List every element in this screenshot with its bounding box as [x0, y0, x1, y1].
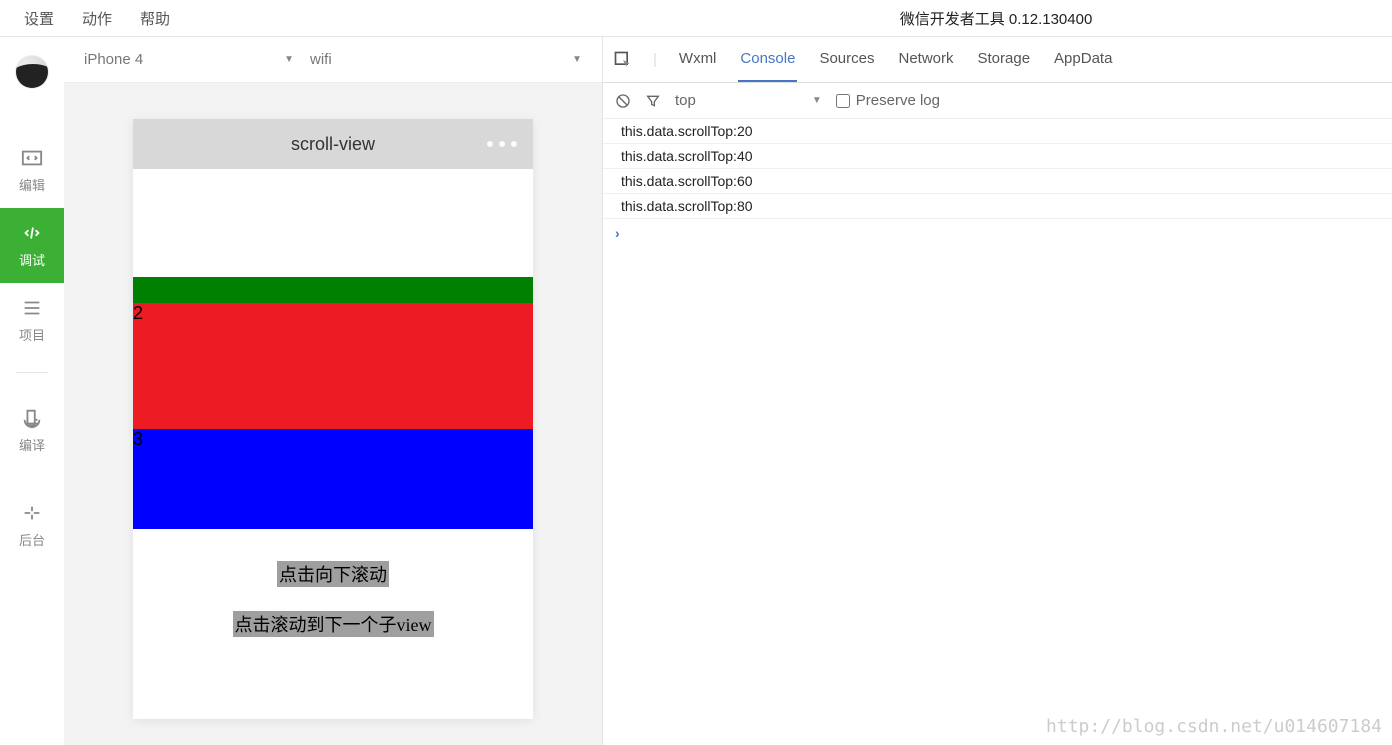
tabs-separator: | — [653, 51, 657, 68]
simulator-topbar: iPhone 4 ▼ wifi ▼ — [64, 37, 602, 83]
scroll-down-button[interactable]: 点击向下滚动 — [277, 561, 389, 587]
tab-appdata[interactable]: AppData — [1052, 37, 1114, 82]
phone-body: 2 3 点击向下滚动 点击滚动到下一个子view — [133, 169, 533, 719]
preserve-log-checkbox[interactable] — [836, 94, 850, 108]
network-select-label: wifi — [310, 51, 332, 68]
phone-navbar: scroll-view — [133, 119, 533, 169]
sidebar-item-label: 项目 — [19, 325, 45, 344]
compile-icon — [21, 407, 43, 429]
clear-icon[interactable] — [615, 93, 631, 109]
chevron-down-icon: ▼ — [572, 54, 582, 65]
tab-storage[interactable]: Storage — [976, 37, 1033, 82]
tab-sources[interactable]: Sources — [817, 37, 876, 82]
console-line: this.data.scrollTop:80 — [603, 194, 1392, 219]
sidebar-item-label: 编译 — [19, 435, 45, 454]
console-filter-bar: top ▼ Preserve log — [603, 83, 1392, 119]
main: 编辑 调试 项目 编译 后台 iPhone 4 ▼ wifi — [0, 36, 1392, 745]
watermark: http://blog.csdn.net/u014607184 — [1046, 716, 1382, 737]
chevron-down-icon: ▼ — [812, 95, 822, 106]
devtools-panel: | Wxml Console Sources Network Storage A… — [602, 37, 1392, 745]
menu-help[interactable]: 帮助 — [140, 8, 170, 29]
context-select-label: top — [675, 92, 696, 109]
backend-icon — [21, 502, 43, 524]
sidebar-item-debug[interactable]: 调试 — [0, 208, 64, 283]
console-prompt[interactable]: › — [603, 219, 1392, 247]
menu-actions[interactable]: 动作 — [82, 8, 112, 29]
list-icon — [21, 297, 43, 319]
scrollview-item-label: 2 — [133, 303, 143, 323]
tab-network[interactable]: Network — [896, 37, 955, 82]
sidebar-item-compile[interactable]: 编译 — [0, 393, 64, 468]
scrollview-item-3[interactable]: 3 — [133, 429, 533, 529]
sidebar-item-label: 后台 — [19, 530, 45, 549]
devtools-tabs: | Wxml Console Sources Network Storage A… — [603, 37, 1392, 83]
scrollview-item-2[interactable]: 2 — [133, 303, 533, 429]
sidebar-item-label: 调试 — [19, 250, 45, 269]
button-group: 点击向下滚动 点击滚动到下一个子view — [133, 529, 533, 637]
scrollview-spacer — [133, 169, 533, 277]
preserve-log-label: Preserve log — [856, 92, 940, 109]
sidebar-item-label: 编辑 — [19, 175, 45, 194]
window-title: 微信开发者工具 0.12.130400 — [600, 0, 1392, 36]
scrollview-item-1[interactable] — [133, 277, 533, 303]
preserve-log-toggle[interactable]: Preserve log — [836, 92, 940, 109]
inspect-icon[interactable] — [613, 50, 633, 70]
filter-icon[interactable] — [645, 93, 661, 109]
context-select[interactable]: top ▼ — [675, 92, 822, 109]
console-output: this.data.scrollTop:20 this.data.scrollT… — [603, 119, 1392, 745]
more-icon[interactable] — [487, 141, 517, 147]
console-line: this.data.scrollTop:60 — [603, 169, 1392, 194]
device-select[interactable]: iPhone 4 ▼ — [84, 51, 294, 68]
sidebar-separator — [16, 372, 48, 373]
console-line: this.data.scrollTop:40 — [603, 144, 1392, 169]
device-select-label: iPhone 4 — [84, 51, 143, 68]
sidebar: 编辑 调试 项目 编译 后台 — [0, 37, 64, 745]
simulator-stage: scroll-view 2 3 点击向下滚动 点击滚动到下一个子view — [64, 83, 602, 745]
tab-console[interactable]: Console — [738, 37, 797, 82]
simulator-panel: iPhone 4 ▼ wifi ▼ scroll-view 2 3 — [64, 37, 602, 745]
chevron-down-icon: ▼ — [284, 54, 294, 65]
code-icon — [21, 147, 43, 169]
console-line: this.data.scrollTop:20 — [603, 119, 1392, 144]
phone-nav-title: scroll-view — [291, 134, 375, 155]
menu-settings[interactable]: 设置 — [24, 8, 54, 29]
debug-icon — [21, 222, 43, 244]
scrollview-item-label: 3 — [133, 429, 143, 449]
phone-frame: scroll-view 2 3 点击向下滚动 点击滚动到下一个子view — [133, 119, 533, 719]
sidebar-item-project[interactable]: 项目 — [0, 283, 64, 358]
network-select[interactable]: wifi ▼ — [310, 51, 582, 68]
avatar[interactable] — [15, 55, 49, 89]
tab-wxml[interactable]: Wxml — [677, 37, 719, 82]
scroll-next-button[interactable]: 点击滚动到下一个子view — [233, 611, 434, 637]
sidebar-item-edit[interactable]: 编辑 — [0, 133, 64, 208]
sidebar-item-backend[interactable]: 后台 — [0, 488, 64, 563]
